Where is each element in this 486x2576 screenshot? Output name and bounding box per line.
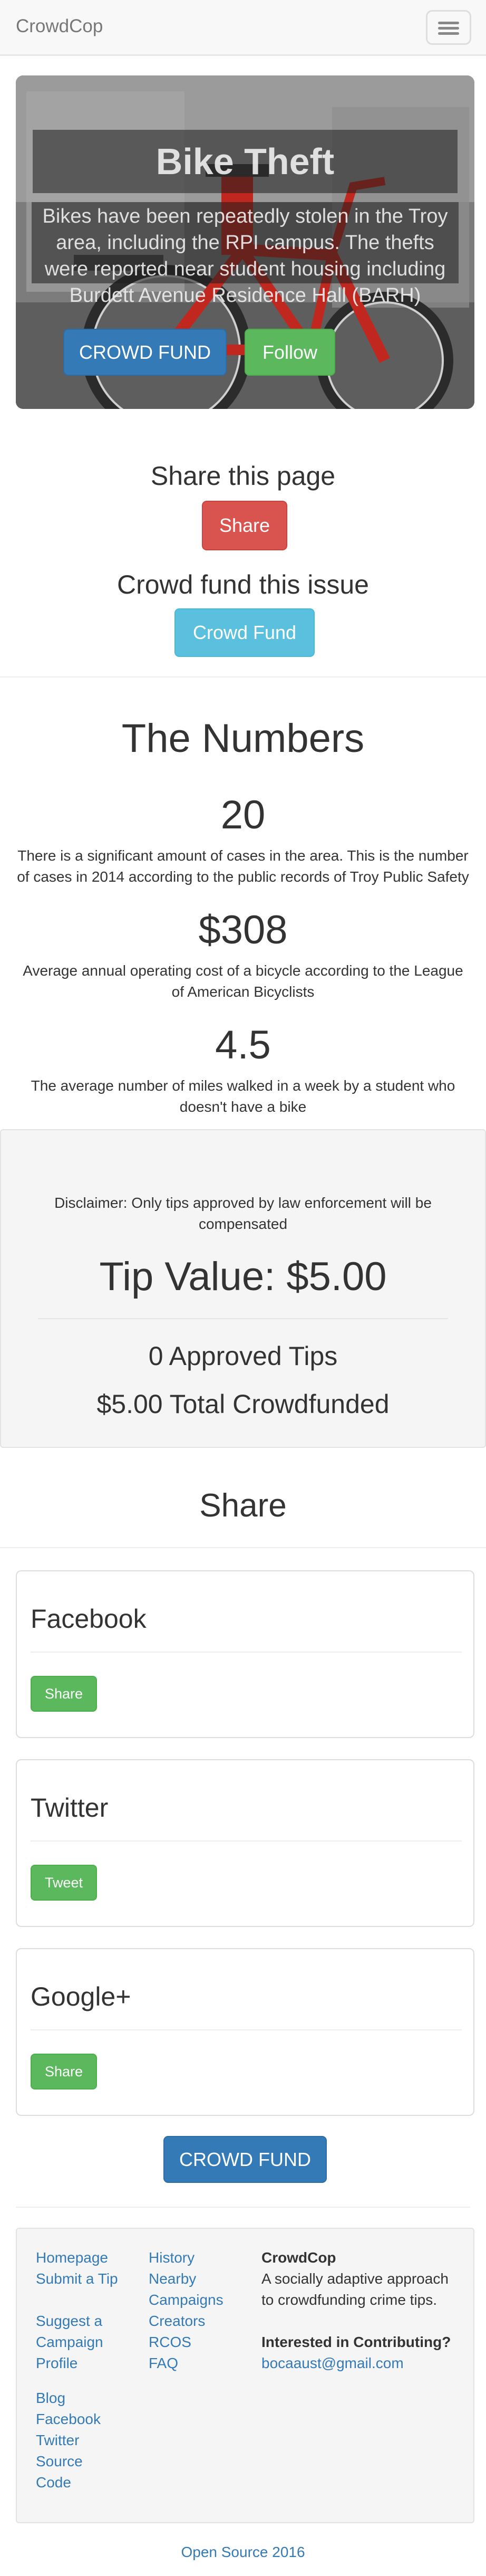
footer-link-nearby-campaigns[interactable]: Nearby Campaigns — [149, 2268, 228, 2311]
footer-link-faq[interactable]: FAQ — [149, 2353, 178, 2374]
open-source-link[interactable]: Open Source 2016 — [0, 2542, 486, 2563]
share-page-button[interactable]: Share — [202, 501, 287, 550]
approved-tips-count: 0 Approved Tips — [148, 1341, 338, 1371]
divider — [0, 676, 486, 678]
stat-value-cost: $308 — [198, 908, 288, 952]
footer-link-history[interactable]: History — [149, 2247, 195, 2268]
twitter-panel: Twitter Tweet — [16, 1759, 474, 1927]
hero-title: Bike Theft — [155, 141, 335, 182]
twitter-tweet-button[interactable]: Tweet — [31, 1865, 97, 1901]
stat-description-cost: Average annual operating cost of a bicyc… — [23, 962, 463, 1000]
stat-description-miles: The average number of miles walked in a … — [31, 1077, 455, 1115]
footer-link-rcos[interactable]: RCOS — [149, 2332, 191, 2353]
footer-link-facebook[interactable]: Facebook — [36, 2409, 101, 2430]
google-plus-panel: Google+ Share — [16, 1948, 474, 2116]
footer-contact-email[interactable]: bocaaust@gmail.com — [261, 2353, 404, 2374]
footer-link-twitter[interactable]: Twitter — [36, 2430, 79, 2451]
divider — [0, 1547, 486, 1548]
divider — [31, 1652, 462, 1653]
page: CrowdCop Bike Theft Bikes have been repe… — [0, 0, 486, 2576]
navbar: CrowdCop — [0, 0, 486, 56]
total-crowdfunded: $5.00 Total Crowdfunded — [96, 1389, 390, 1419]
hero-jumbotron: Bike Theft Bikes have been repeatedly st… — [16, 75, 474, 409]
hero-description: Bikes have been repeatedly stolen in the… — [42, 205, 448, 307]
divider — [16, 2207, 470, 2208]
crowd-fund-button[interactable]: CROWD FUND — [63, 329, 227, 376]
share-heading: Share — [199, 1487, 287, 1524]
google-plus-panel-title: Google+ — [31, 1982, 131, 2011]
facebook-share-button[interactable]: Share — [31, 1676, 97, 1712]
footer-link-blog[interactable]: Blog — [36, 2388, 65, 2409]
footer-link-creators[interactable]: Creators — [149, 2311, 205, 2332]
crowd-fund-bottom-button[interactable]: CROWD FUND — [163, 2136, 327, 2183]
twitter-panel-title: Twitter — [31, 1793, 109, 1823]
facebook-panel: Facebook Share — [16, 1570, 474, 1738]
google-plus-share-button[interactable]: Share — [31, 2054, 97, 2090]
crowd-fund-heading: Crowd fund this issue — [116, 570, 369, 599]
footer-link-source-code[interactable]: Source Code — [36, 2451, 94, 2493]
numbers-heading: The Numbers — [121, 716, 365, 761]
divider — [31, 1840, 462, 1842]
divider — [38, 1318, 448, 1319]
hamburger-menu-icon[interactable] — [426, 10, 471, 45]
stat-description-cases: There is a significant amount of cases i… — [17, 847, 469, 885]
facebook-panel-title: Facebook — [31, 1604, 147, 1634]
footer-link-suggest-campaign[interactable]: Suggest a Campaign — [36, 2311, 120, 2353]
footer-about-title: CrowdCop — [261, 2249, 336, 2266]
footer-link-homepage[interactable]: Homepage — [36, 2247, 108, 2268]
share-page-heading: Share this page — [150, 461, 336, 491]
stat-value-miles: 4.5 — [215, 1023, 271, 1067]
brand-link[interactable]: CrowdCop — [16, 16, 103, 37]
stat-value-cases: 20 — [220, 793, 266, 837]
hero-title-backdrop: Bike Theft — [33, 130, 458, 193]
tip-value: Tip Value: $5.00 — [99, 1254, 387, 1299]
crowd-fund-issue-button[interactable]: Crowd Fund — [174, 608, 315, 657]
divider — [31, 2029, 462, 2030]
footer-about-text: A socially adaptive approach to crowdfun… — [261, 2270, 449, 2308]
follow-button[interactable]: Follow — [245, 329, 335, 376]
footer-link-profile[interactable]: Profile — [36, 2353, 77, 2374]
footer-contrib-title: Interested in Contributing? — [261, 2334, 451, 2350]
footer-link-submit-tip[interactable]: Submit a Tip — [36, 2268, 120, 2289]
disclaimer-text: Disclaimer: Only tips approved by law en… — [54, 1195, 432, 1232]
